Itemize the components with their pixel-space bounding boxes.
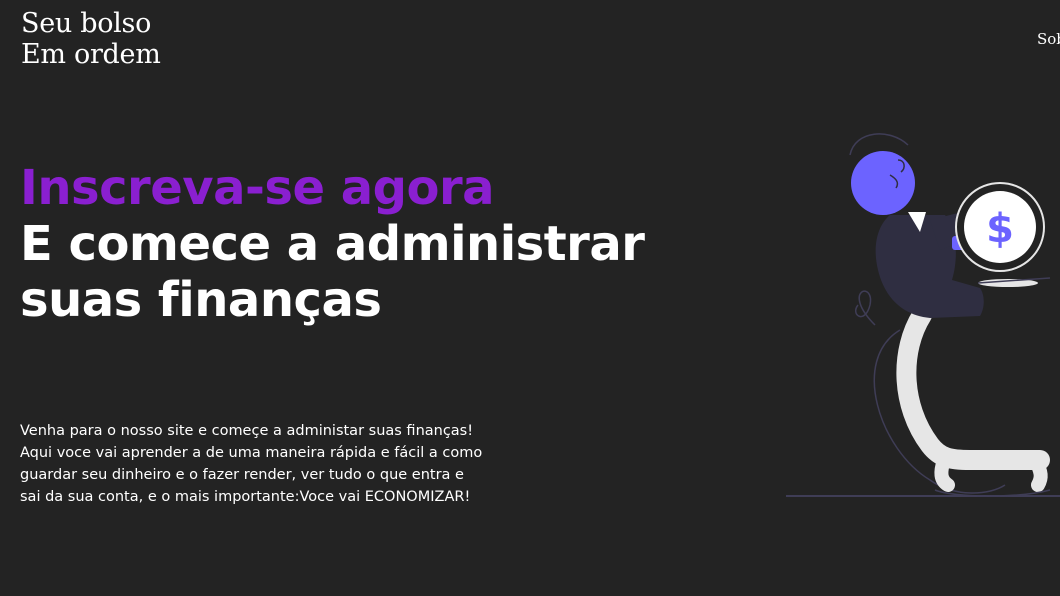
logo-line-1: Seu bolso	[21, 8, 152, 39]
landing-page: Seu bolso Em ordem Sob Inscreva-se agora…	[0, 0, 1060, 596]
headline-line-2: E comece a administrar	[20, 216, 645, 272]
description-line: sai da sua conta, e o mais importante:Vo…	[20, 489, 471, 505]
person-holding-dollar-coin-illustration: $	[786, 133, 1060, 497]
description-line: Aqui voce vai aprender a de uma maneira …	[20, 445, 483, 461]
chair-leg-front	[934, 453, 955, 492]
hero-headline: Inscreva-se agora E comece a administrar…	[20, 160, 645, 328]
headline-accent: Inscreva-se agora	[20, 160, 495, 216]
decorative-curl	[855, 290, 876, 326]
logo-line-2: Em ordem	[21, 39, 161, 70]
headline-line-3: suas finanças	[20, 272, 382, 328]
head	[851, 151, 915, 215]
description-line: Venha para o nosso site e começe a admin…	[20, 423, 474, 439]
dollar-sign-icon: $	[986, 206, 1014, 252]
description-line: guardar seu dinheiro e o fazer render, v…	[20, 467, 464, 483]
hero-description: Venha para o nosso site e começe a admin…	[20, 420, 520, 508]
nav-link-sobre[interactable]: Sob	[1037, 30, 1060, 48]
chair-leg-back	[1028, 453, 1048, 492]
site-logo[interactable]: Seu bolso Em ordem	[21, 8, 161, 70]
chair-back-curve	[896, 305, 1050, 470]
